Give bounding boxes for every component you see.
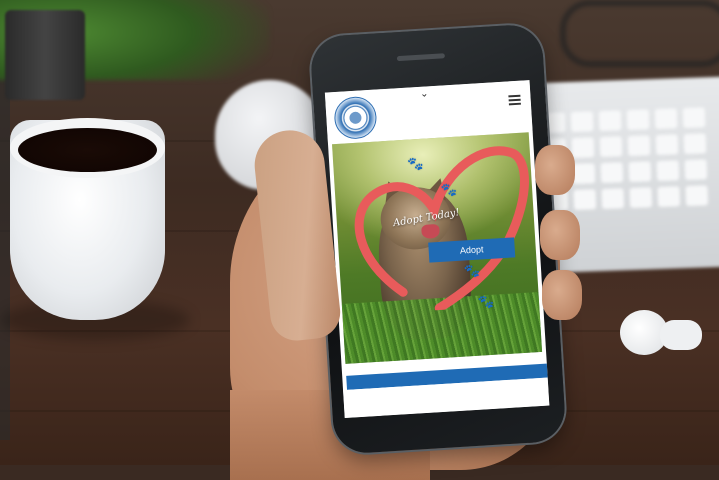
earbud-stem [660,320,702,350]
heart-outline [354,146,529,313]
site-logo[interactable] [333,95,378,141]
coffee [18,128,157,172]
paw-icon: 🐾 [440,181,458,198]
finger [542,270,582,320]
finger [540,210,580,260]
phone-screen: ⌄ 🐾 🐾 🐾 🐾 Adopt Today! Adopt [324,80,550,419]
finger [535,145,575,195]
paw-icon: 🐾 [406,155,424,172]
smartphone: ⌄ 🐾 🐾 🐾 🐾 Adopt Today! Adopt [309,23,567,455]
paw-icon: 🐾 [463,262,481,279]
plant-pot [5,10,85,100]
eyeglasses [560,0,719,67]
hamburger-menu-icon[interactable] [508,94,521,108]
logo-emblem-icon [349,111,362,125]
phone-speaker [396,53,445,62]
paw-icon: 🐾 [477,293,495,310]
hero-banner: 🐾 🐾 🐾 🐾 Adopt Today! Adopt [332,132,543,364]
chevron-down-icon[interactable]: ⌄ [420,88,429,99]
